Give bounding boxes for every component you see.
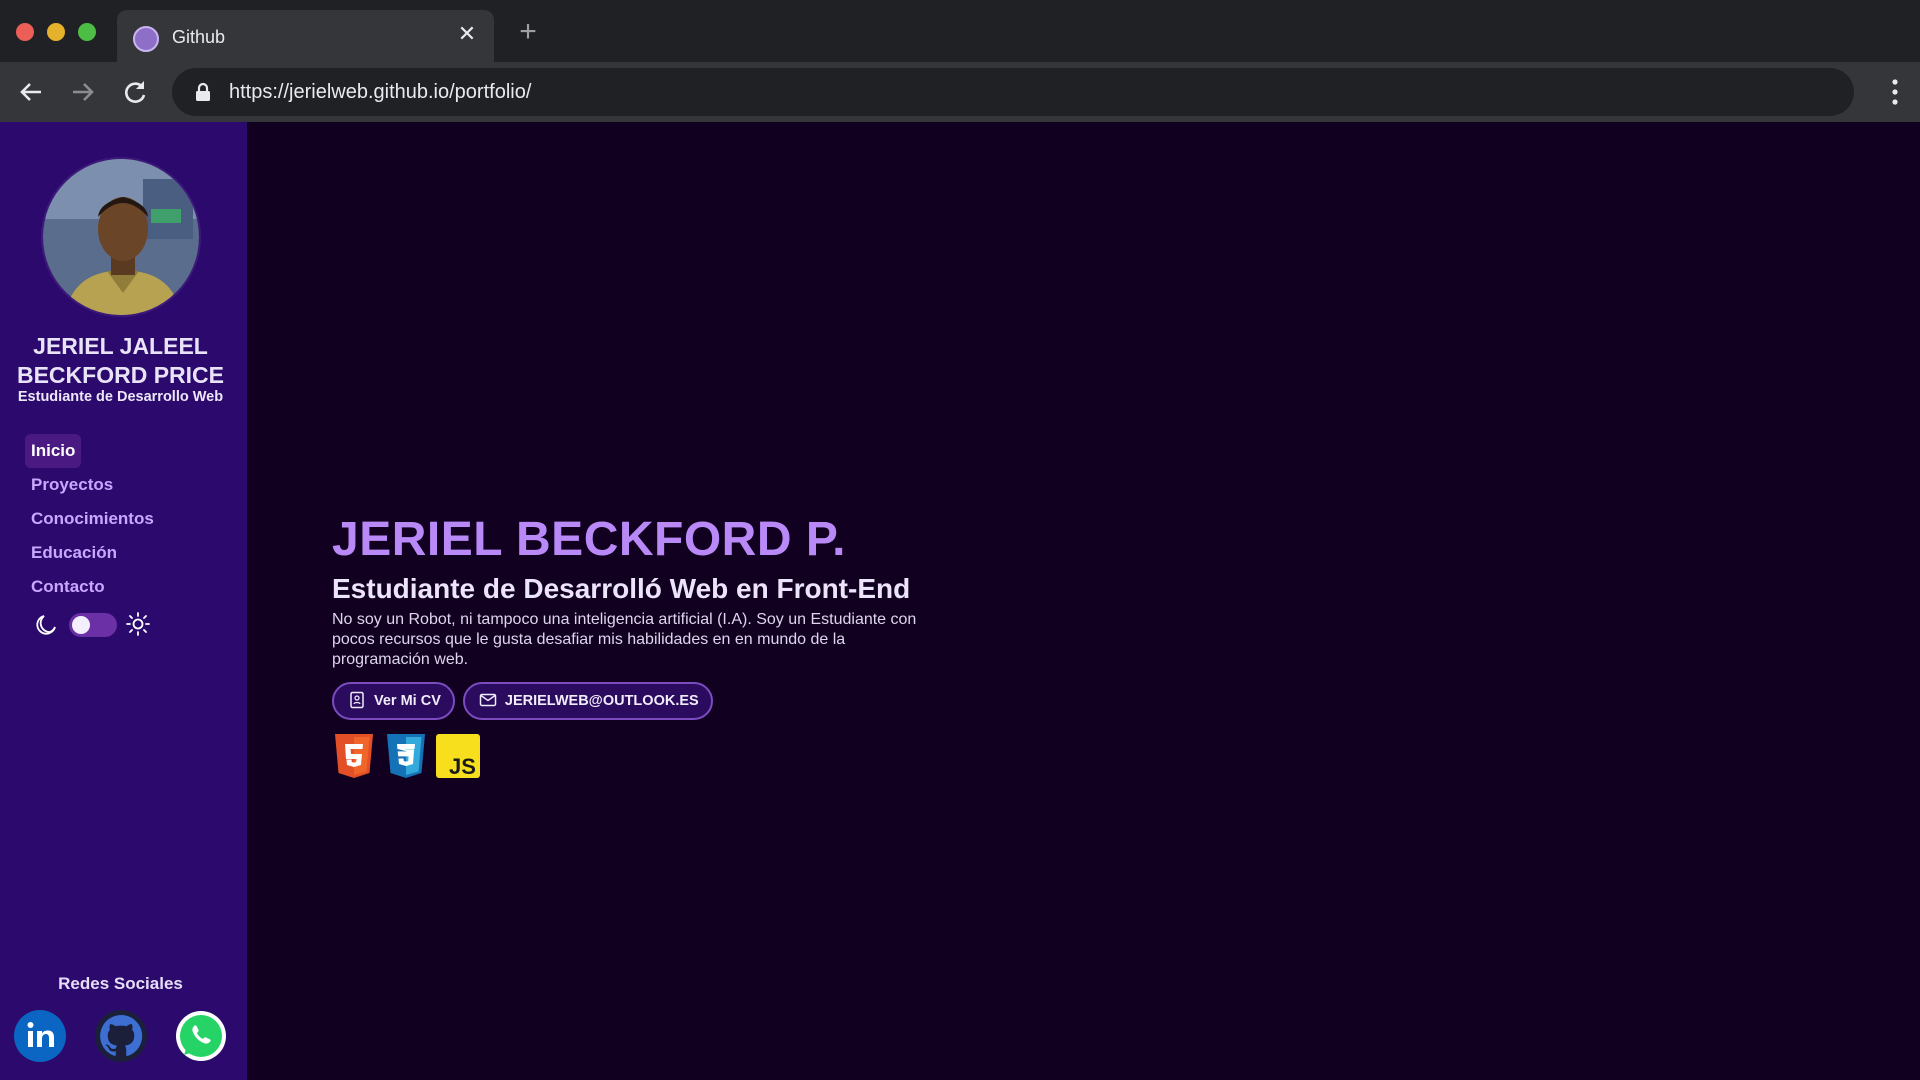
mail-icon — [479, 693, 497, 707]
nav-item-conocimientos[interactable]: Conocimientos — [25, 502, 160, 536]
browser-toolbar: https://jerielweb.github.io/portfolio/ — [0, 62, 1920, 122]
document-icon — [350, 691, 364, 709]
sun-icon — [126, 612, 150, 636]
social-title: Redes Sociales — [58, 974, 183, 993]
theme-switcher — [33, 609, 163, 639]
reload-icon[interactable] — [119, 76, 151, 108]
window-zoom-button[interactable] — [78, 23, 96, 41]
page-content: JERIEL JALEEL BECKFORD PRICE Estudiante … — [0, 122, 1920, 1080]
url-text[interactable]: https://jerielweb.github.io/portfolio/ — [229, 81, 531, 104]
theme-toggle[interactable] — [69, 613, 117, 637]
cv-button-label: Ver Mi CV — [374, 693, 441, 709]
tech-icons: JS — [332, 732, 1032, 780]
tab-close-icon[interactable]: ✕ — [454, 21, 480, 47]
address-bar[interactable]: https://jerielweb.github.io/portfolio/ — [172, 68, 1854, 116]
forward-arrow-icon[interactable] — [67, 76, 99, 108]
svg-text:JS: JS — [449, 754, 476, 779]
css3-icon — [384, 732, 428, 780]
tab-favicon-icon — [133, 26, 159, 52]
sidebar: JERIEL JALEEL BECKFORD PRICE Estudiante … — [0, 122, 247, 1080]
email-button[interactable]: JERIELWEB@OUTLOOK.ES — [462, 682, 713, 720]
github-icon[interactable] — [94, 1009, 148, 1063]
profile-role: Estudiante de Desarrollo Web — [17, 389, 224, 405]
nav-item-contacto[interactable]: Contacto — [25, 570, 160, 604]
linkedin-icon[interactable] — [13, 1009, 67, 1063]
hero-title: Estudiante de Desarrolló Web en Front-En… — [332, 573, 911, 604]
new-tab-button[interactable]: + — [515, 17, 541, 47]
window-close-button[interactable] — [16, 23, 34, 41]
javascript-icon: JS — [436, 732, 480, 780]
sidebar-nav: Inicio Proyectos Conocimientos Educación… — [25, 434, 160, 604]
browser-menu-icon[interactable] — [1890, 76, 1900, 108]
html5-icon — [332, 732, 376, 780]
email-button-label: JERIELWEB@OUTLOOK.ES — [504, 693, 699, 709]
nav-item-inicio[interactable]: Inicio — [25, 434, 82, 468]
nav-item-educacion[interactable]: Educación — [25, 536, 160, 570]
window-minimize-button[interactable] — [47, 23, 65, 41]
hero-name: JERIEL BECKFORD P. — [332, 513, 847, 566]
back-arrow-icon[interactable] — [15, 76, 47, 108]
cv-button[interactable]: Ver Mi CV — [332, 682, 455, 720]
profile-name: JERIEL JALEEL BECKFORD PRICE — [16, 333, 224, 388]
nav-item-proyectos[interactable]: Proyectos — [25, 468, 160, 502]
browser-tab[interactable]: Github ✕ — [117, 10, 494, 62]
whatsapp-icon[interactable] — [174, 1009, 228, 1063]
lock-icon — [196, 82, 210, 101]
toggle-knob — [72, 616, 90, 634]
tab-title: Github — [172, 27, 226, 47]
moon-icon — [36, 615, 56, 635]
hero-section: JERIEL BECKFORD P. Estudiante de Desarro… — [332, 512, 1032, 780]
hero-description: No soy un Robot, ni tampoco una intelige… — [332, 611, 917, 668]
browser-tab-bar: Github ✕ + — [0, 0, 1920, 62]
hero-buttons: Ver Mi CV JERIELWEB@OUTLOOK.ES — [332, 682, 1032, 722]
avatar — [41, 157, 201, 317]
